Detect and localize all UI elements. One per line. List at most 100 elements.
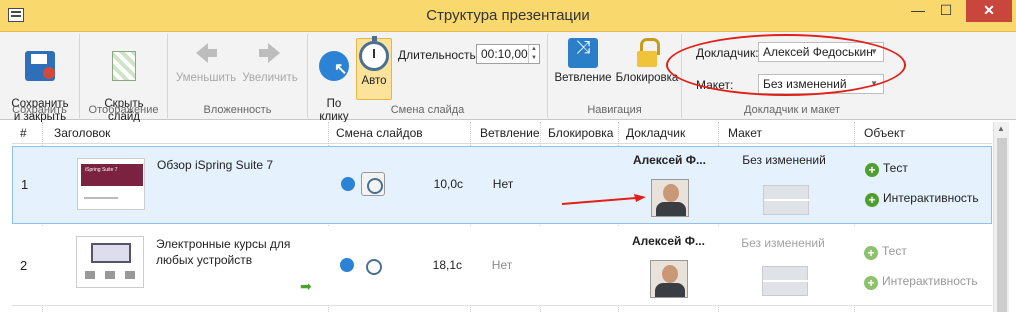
duration-input[interactable]: 00:10,00 ▲ ▼: [476, 44, 540, 64]
close-button[interactable]: ✕: [966, 0, 1012, 22]
auto-timer-icon: [359, 36, 389, 71]
annotation-ellipse: [666, 34, 906, 96]
add-quiz-button[interactable]: + Тест: [864, 244, 907, 260]
duration-value: 00:10,00: [481, 47, 528, 61]
on-click-icon[interactable]: [341, 177, 355, 191]
add-interaction-label: Интерактивность: [882, 274, 978, 288]
slide-title[interactable]: Обзор iSpring Suite 7: [157, 157, 317, 173]
increase-nesting-icon: [258, 38, 282, 68]
save-icon: [25, 51, 55, 81]
group-label-display: Отображение: [88, 104, 159, 116]
table-row[interactable]: 2 Электронные курсы для любых устройств …: [12, 226, 992, 306]
photo-body: [655, 283, 685, 297]
window-title: Структура презентации: [426, 7, 590, 24]
annotation-arrow-line: [562, 197, 637, 205]
group-label-nesting: Вложенность: [203, 104, 272, 116]
add-interaction-label: Интерактивность: [883, 191, 979, 205]
row-number: 1: [21, 177, 29, 192]
col-header-narrator[interactable]: Докладчик: [626, 126, 685, 140]
branching-icon: [568, 38, 598, 68]
col-header-object[interactable]: Объект: [864, 126, 905, 140]
col-header-locking[interactable]: Блокировка: [548, 126, 613, 140]
slide-timing[interactable]: 18,1с: [412, 258, 462, 272]
minimize-button[interactable]: —: [905, 0, 931, 22]
group-label-save: Сохранить: [12, 104, 67, 116]
narrator-name[interactable]: Алексей Ф...: [632, 234, 705, 248]
row-number: 2: [20, 258, 28, 273]
group-display: Скрыть слайд Отображение: [80, 34, 168, 123]
group-label-narrator-layout: Докладчик и макет: [744, 104, 840, 116]
group-label-slide-change: Смена слайда: [390, 104, 465, 116]
ribbon: Сохранить и закрыть Сохранить Скрыть сла…: [0, 32, 1016, 123]
group-nesting: Уменьшить Увеличить Вложенность: [168, 34, 308, 118]
on-click-icon: [319, 51, 349, 81]
table-row[interactable]: 1 iSpring Suite 7 Обзор iSpring Suite 7 …: [12, 146, 992, 224]
branching-label: Ветвление: [554, 72, 612, 84]
plus-icon: +: [865, 193, 879, 207]
table-header: # Заголовок Смена слайдов Ветвление Блок…: [12, 122, 992, 144]
thumbnail-text: iSpring Suite 7: [85, 167, 118, 173]
narrator-photo: [650, 260, 688, 298]
photo-head: [663, 184, 679, 202]
group-label-navigation: Навигация: [587, 104, 642, 116]
col-header-title[interactable]: Заголовок: [54, 126, 110, 140]
slide-timing[interactable]: 10,0с: [413, 177, 463, 191]
col-header-branching[interactable]: Ветвление: [480, 126, 540, 140]
thumbnail-line: [84, 197, 118, 199]
auto-timer-icon[interactable]: [360, 253, 384, 277]
layout-value[interactable]: Без изменений: [728, 236, 838, 250]
narrator-photo: [651, 179, 689, 217]
plus-icon: +: [864, 276, 878, 290]
annotation-arrow-head: [634, 194, 646, 202]
photo-body: [656, 202, 686, 216]
vertical-scrollbar[interactable]: ▲: [993, 122, 1009, 312]
add-interaction-button[interactable]: + Интерактивность: [865, 191, 979, 207]
slide-title[interactable]: Электронные курсы для любых устройств: [156, 236, 306, 268]
decrease-nesting-button[interactable]: Уменьшить: [174, 38, 238, 85]
scrollbar-thumb[interactable]: [997, 138, 1007, 312]
locking-label: Блокировка: [615, 72, 679, 84]
next-arrow-icon: ➡: [300, 278, 312, 294]
photo-head: [662, 265, 678, 283]
thumbnail-dot: [125, 271, 135, 279]
branching-button[interactable]: Ветвление: [552, 38, 614, 85]
scroll-up-icon[interactable]: ▲: [997, 124, 1005, 133]
maximize-button[interactable]: ☐: [933, 0, 959, 22]
slide-thumbnail[interactable]: [76, 236, 144, 288]
col-header-num[interactable]: #: [20, 126, 27, 140]
increase-nesting-label: Увеличить: [242, 72, 298, 84]
plus-icon: +: [865, 163, 879, 177]
add-quiz-button[interactable]: + Тест: [865, 161, 908, 177]
title-bar: Структура презентации — ☐ ✕: [0, 0, 1016, 32]
hide-slide-icon: [112, 51, 136, 81]
add-quiz-label: Тест: [883, 161, 908, 175]
layout-value[interactable]: Без изменений: [729, 153, 839, 167]
branch-value[interactable]: Нет: [472, 258, 532, 272]
add-quiz-label: Тест: [882, 244, 907, 258]
decrease-nesting-label: Уменьшить: [175, 72, 237, 84]
thumbnail-dot: [105, 271, 115, 279]
add-interaction-button[interactable]: + Интерактивность: [864, 274, 978, 290]
group-navigation: Ветвление Блокировка Навигация: [548, 34, 682, 118]
increase-nesting-button[interactable]: Увеличить: [238, 38, 302, 85]
auto-timer-icon[interactable]: [361, 172, 385, 196]
col-header-slide-change[interactable]: Смена слайдов: [336, 126, 423, 140]
duration-spinner[interactable]: ▲ ▼: [528, 45, 539, 63]
narrator-name[interactable]: Алексей Ф...: [633, 153, 706, 167]
slide-thumbnail[interactable]: iSpring Suite 7: [77, 158, 145, 210]
slides-table: # Заголовок Смена слайдов Ветвление Блок…: [12, 122, 992, 312]
on-click-icon[interactable]: [340, 258, 354, 272]
auto-button[interactable]: Авто: [356, 36, 392, 100]
col-header-layout[interactable]: Макет: [728, 126, 762, 140]
lock-icon: [636, 38, 660, 68]
layout-thumbnail: [763, 185, 810, 215]
thumbnail-dot: [85, 271, 95, 279]
thumbnail-devices: [91, 243, 131, 263]
group-save: Сохранить и закрыть Сохранить: [0, 34, 80, 123]
plus-icon: +: [864, 246, 878, 260]
annotation-arrow: [562, 194, 646, 205]
decrease-nesting-icon: [194, 38, 218, 68]
branch-value[interactable]: Нет: [473, 177, 533, 191]
auto-label: Авто: [361, 75, 387, 87]
duration-label: Длительность:: [398, 48, 480, 62]
